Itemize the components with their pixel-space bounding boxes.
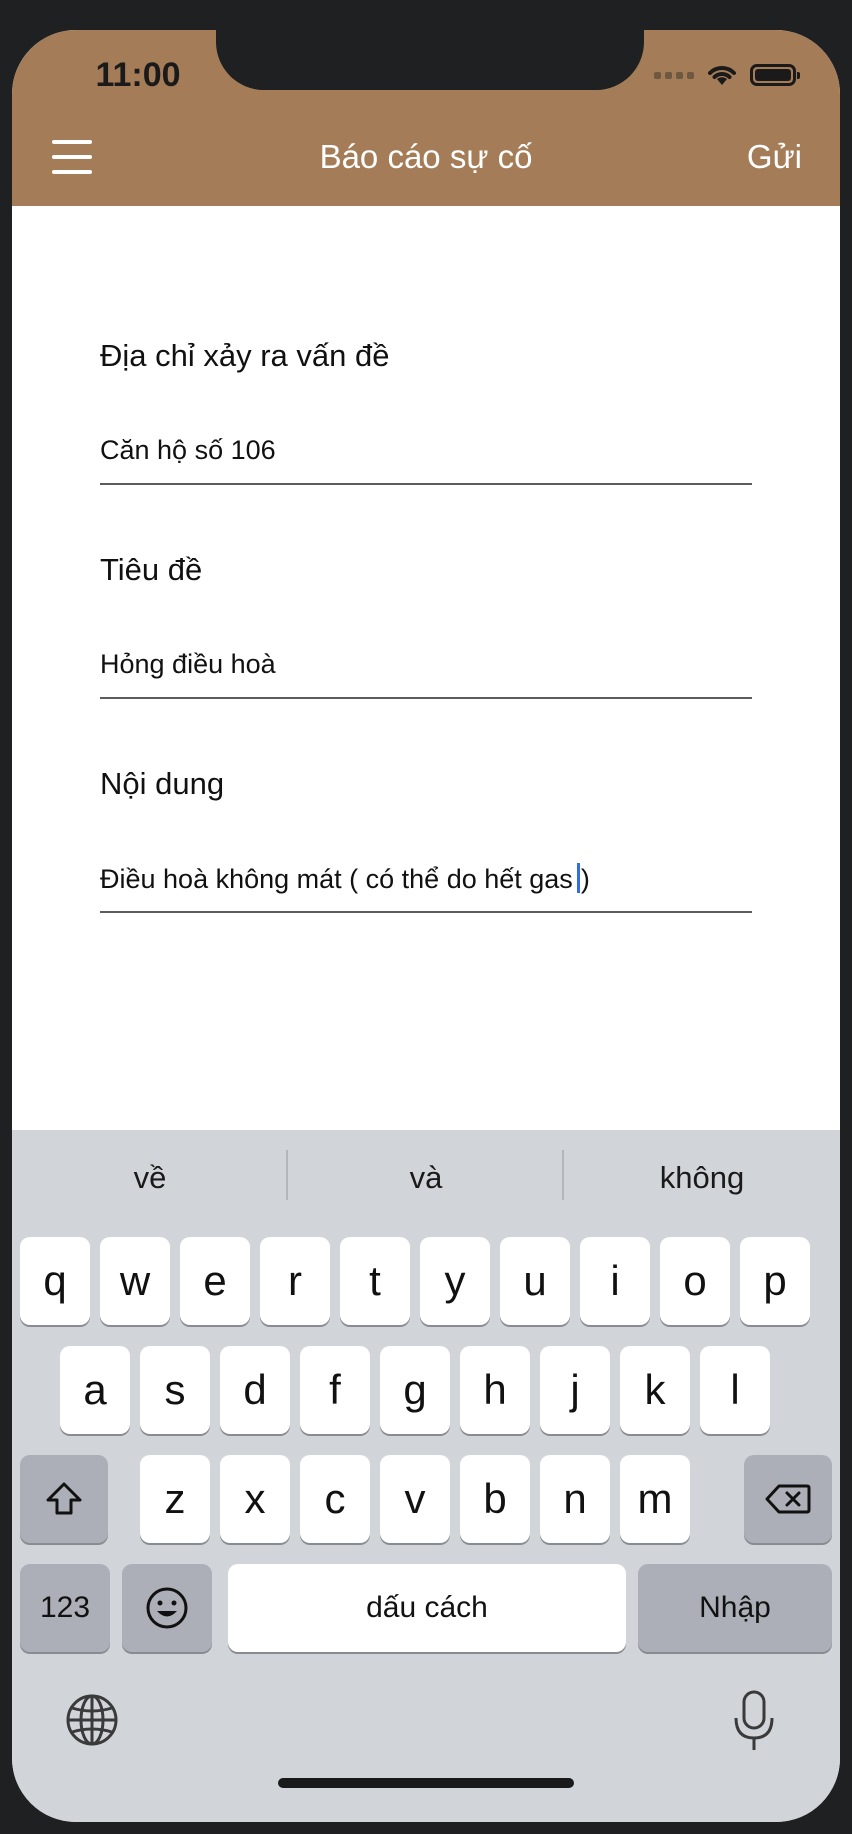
subject-label: Tiêu đề [100, 552, 203, 587]
backspace-key[interactable] [744, 1455, 832, 1543]
key-x[interactable]: x [220, 1455, 290, 1543]
status-time: 11:00 [95, 56, 181, 94]
key-o[interactable]: o [660, 1237, 730, 1325]
key-k[interactable]: k [620, 1346, 690, 1434]
dictation-button[interactable] [732, 1690, 776, 1754]
key-u[interactable]: u [500, 1237, 570, 1325]
numbers-key[interactable]: 123 [20, 1564, 110, 1652]
space-key[interactable]: dấu cách [228, 1564, 626, 1652]
key-c[interactable]: c [300, 1455, 370, 1543]
emoji-key[interactable] [122, 1564, 212, 1652]
microphone-icon [734, 1690, 774, 1750]
content-value: Điều hoà không mát ( có thể do hết gas) [100, 863, 590, 895]
key-b[interactable]: b [460, 1455, 530, 1543]
home-indicator[interactable] [278, 1778, 574, 1788]
content-label: Nội dung [100, 766, 225, 801]
wifi-icon [708, 66, 736, 85]
suggestion-item[interactable]: không [564, 1160, 840, 1196]
phone-screen: 11:00 Báo cáo sự cố Gửi Địa chỉ xảy ra v… [12, 30, 840, 1822]
key-g[interactable]: g [380, 1346, 450, 1434]
key-m[interactable]: m [620, 1455, 690, 1543]
suggestion-item[interactable]: về [12, 1160, 288, 1196]
subject-field[interactable]: Hỏng điều hoà [100, 639, 752, 699]
text-cursor [576, 863, 580, 893]
key-q[interactable]: q [20, 1237, 90, 1325]
shift-icon [46, 1482, 82, 1515]
globe-icon [66, 1694, 118, 1746]
address-field[interactable]: Căn hộ số 106 [100, 425, 752, 485]
key-y[interactable]: y [420, 1237, 490, 1325]
key-w[interactable]: w [100, 1237, 170, 1325]
keyboard: về và không q w e r t y u i o p a s d f … [12, 1130, 840, 1822]
suggestion-item[interactable]: và [288, 1160, 564, 1196]
key-f[interactable]: f [300, 1346, 370, 1434]
globe-button[interactable] [64, 1692, 124, 1752]
backspace-icon [765, 1484, 811, 1514]
subject-value: Hỏng điều hoà [100, 649, 276, 679]
key-d[interactable]: d [220, 1346, 290, 1434]
key-z[interactable]: z [140, 1455, 210, 1543]
key-t[interactable]: t [340, 1237, 410, 1325]
key-l[interactable]: l [700, 1346, 770, 1434]
key-n[interactable]: n [540, 1455, 610, 1543]
address-label: Địa chỉ xảy ra vấn đề [100, 338, 390, 373]
key-h[interactable]: h [460, 1346, 530, 1434]
emoji-icon [146, 1587, 188, 1629]
content-text-after: ) [580, 864, 590, 894]
key-i[interactable]: i [580, 1237, 650, 1325]
return-key[interactable]: Nhập [638, 1564, 832, 1652]
key-a[interactable]: a [60, 1346, 130, 1434]
page-title: Báo cáo sự cố [319, 138, 533, 175]
key-j[interactable]: j [540, 1346, 610, 1434]
content-text: Điều hoà không mát ( có thể do hết gas [100, 864, 573, 894]
suggestion-bar: về và không [12, 1130, 840, 1230]
send-button[interactable]: Gửi [747, 138, 802, 176]
address-value: Căn hộ số 106 [100, 435, 276, 465]
battery-icon [750, 64, 800, 86]
key-p[interactable]: p [740, 1237, 810, 1325]
key-s[interactable]: s [140, 1346, 210, 1434]
app-header: 11:00 Báo cáo sự cố Gửi [12, 30, 840, 206]
device-notch [216, 30, 644, 90]
key-e[interactable]: e [180, 1237, 250, 1325]
shift-key[interactable] [20, 1455, 108, 1543]
key-v[interactable]: v [380, 1455, 450, 1543]
key-r[interactable]: r [260, 1237, 330, 1325]
cellular-signal-icon [654, 71, 694, 79]
content-field[interactable]: Điều hoà không mát ( có thể do hết gas) [100, 853, 752, 913]
status-icons [654, 60, 800, 90]
